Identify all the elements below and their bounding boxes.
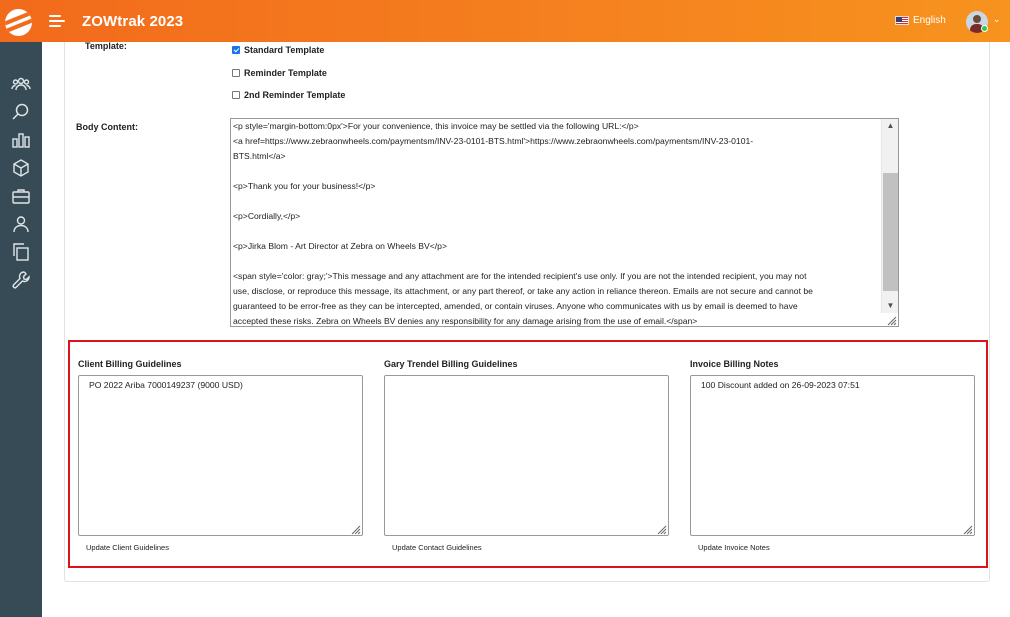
scroll-down-icon[interactable]: ▼ — [882, 299, 898, 313]
checkbox-label: 2nd Reminder Template — [244, 90, 346, 100]
wrench-icon[interactable] — [11, 270, 31, 290]
app-logo-icon[interactable] — [5, 9, 32, 36]
checkbox-label: Standard Template — [244, 45, 325, 55]
invoice-notes-textarea[interactable]: 100 Discount added on 26-09-2023 07:51 — [690, 375, 975, 536]
us-flag-icon — [895, 16, 909, 25]
update-contact-guidelines-button[interactable]: Update Contact Guidelines — [392, 543, 482, 552]
standard-template-checkbox[interactable]: Standard Template — [232, 45, 324, 55]
update-invoice-notes-button[interactable]: Update Invoice Notes — [698, 543, 770, 552]
update-client-guidelines-button[interactable]: Update Client Guidelines — [86, 543, 169, 552]
sidebar — [0, 42, 42, 617]
body-content-label: Body Content: — [76, 122, 138, 132]
user-icon[interactable] — [11, 214, 31, 234]
team-icon[interactable] — [11, 74, 31, 94]
contact-guidelines-title: Gary Trendel Billing Guidelines — [384, 359, 518, 369]
chevron-down-icon[interactable]: ⌄ — [993, 14, 1001, 25]
scrollbar-thumb[interactable] — [883, 173, 898, 291]
search-icon[interactable] — [11, 102, 31, 122]
body-content-textarea[interactable]: <p style='margin-bottom:0px'>For your co… — [230, 118, 899, 327]
scroll-up-icon[interactable]: ▲ — [882, 119, 898, 133]
checkbox-checked-icon[interactable] — [232, 46, 240, 54]
resize-handle-icon[interactable] — [961, 522, 973, 535]
checkbox-unchecked-icon[interactable] — [232, 91, 240, 99]
body-content-text: <p style='margin-bottom:0px'>For your co… — [233, 121, 813, 326]
resize-handle-icon[interactable] — [885, 313, 897, 326]
language-label: English — [913, 15, 946, 26]
box-icon[interactable] — [11, 158, 31, 178]
online-status-icon — [981, 25, 988, 32]
bar-chart-icon[interactable] — [11, 130, 31, 150]
client-guidelines-text: PO 2022 Ariba 7000149237 (9000 USD) — [89, 380, 243, 390]
second-reminder-template-checkbox[interactable]: 2nd Reminder Template — [232, 90, 345, 100]
checkbox-label: Reminder Template — [244, 68, 327, 78]
client-guidelines-title: Client Billing Guidelines — [78, 359, 182, 369]
contact-guidelines-textarea[interactable] — [384, 375, 669, 536]
language-selector[interactable]: English — [895, 15, 946, 26]
resize-handle-icon[interactable] — [655, 522, 667, 535]
vertical-scrollbar[interactable]: ▲ ▼ — [881, 119, 898, 313]
menu-toggle-icon[interactable] — [49, 15, 65, 27]
resize-handle-icon[interactable] — [349, 522, 361, 535]
briefcase-icon[interactable] — [11, 186, 31, 206]
app-title: ZOWtrak 2023 — [82, 13, 184, 30]
invoice-notes-title: Invoice Billing Notes — [690, 359, 779, 369]
invoice-notes-text: 100 Discount added on 26-09-2023 07:51 — [701, 380, 860, 390]
client-guidelines-textarea[interactable]: PO 2022 Ariba 7000149237 (9000 USD) — [78, 375, 363, 536]
checkbox-unchecked-icon[interactable] — [232, 69, 240, 77]
top-bar: ZOWtrak 2023 English ⌄ — [0, 0, 1010, 42]
template-label: Template: — [85, 41, 127, 51]
reminder-template-checkbox[interactable]: Reminder Template — [232, 68, 327, 78]
copy-icon[interactable] — [11, 242, 31, 262]
